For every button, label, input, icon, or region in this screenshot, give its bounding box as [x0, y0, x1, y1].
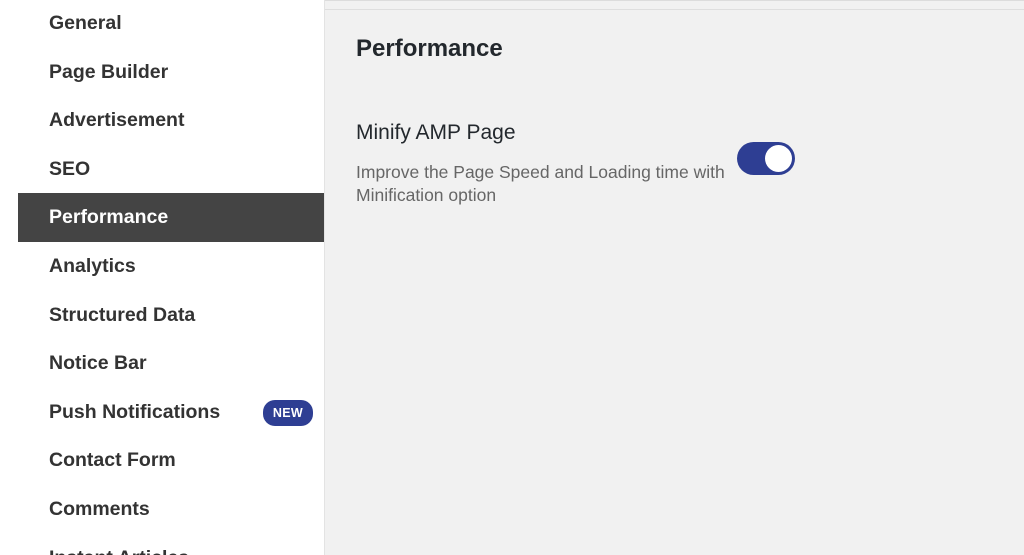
sidebar-item-label: SEO — [49, 157, 91, 180]
divider — [325, 9, 1024, 10]
sidebar-item-label: Push Notifications — [49, 400, 221, 423]
sidebar-item-label: Instant Articles — [49, 547, 189, 555]
sidebar-item-label: Advertisement — [49, 109, 185, 132]
sidebar-item-page-builder[interactable]: Page Builder — [18, 48, 324, 97]
sidebar-item-label: Structured Data — [49, 303, 196, 326]
left-gutter — [0, 0, 18, 555]
sidebar-item-label: Analytics — [49, 254, 136, 277]
toggle-knob — [765, 145, 792, 172]
sidebar-item-label: General — [49, 12, 122, 34]
sidebar-item-analytics[interactable]: Analytics — [18, 242, 324, 291]
sidebar-item-seo[interactable]: SEO — [18, 145, 324, 194]
sidebar-item-general[interactable]: General — [18, 0, 324, 48]
sidebar-item-label: Contact Form — [49, 449, 176, 472]
minify-toggle[interactable] — [737, 142, 795, 175]
sidebar-item-push-notifications[interactable]: Push Notifications NEW — [18, 388, 324, 437]
sidebar-menu: General Page Builder Advertisement SEO P… — [18, 0, 324, 555]
sidebar-item-performance[interactable]: Performance — [18, 193, 324, 242]
setting-title: Minify AMP Page — [356, 121, 516, 144]
new-badge: NEW — [262, 399, 313, 426]
sidebar-item-notice-bar[interactable]: Notice Bar — [18, 339, 324, 388]
setting-description: Improve the Page Speed and Loading time … — [356, 162, 725, 205]
settings-content: Performance Minify AMP Page Improve the … — [325, 0, 1024, 555]
sidebar-item-label: Notice Bar — [49, 352, 147, 375]
sidebar-item-label: Comments — [49, 497, 150, 520]
sidebar-item-comments[interactable]: Comments — [18, 485, 324, 534]
sidebar-item-label: Performance — [49, 206, 169, 229]
page-title: Performance — [356, 35, 503, 62]
sidebar-item-contact-form[interactable]: Contact Form — [18, 436, 324, 485]
sidebar-item-instant-articles[interactable]: Instant Articles — [18, 534, 324, 555]
settings-sidebar: General Page Builder Advertisement SEO P… — [18, 0, 325, 555]
sidebar-item-label: Page Builder — [49, 60, 169, 83]
sidebar-item-structured-data[interactable]: Structured Data — [18, 291, 324, 340]
sidebar-item-advertisement[interactable]: Advertisement — [18, 96, 324, 145]
settings-window: General Page Builder Advertisement SEO P… — [0, 0, 1024, 555]
